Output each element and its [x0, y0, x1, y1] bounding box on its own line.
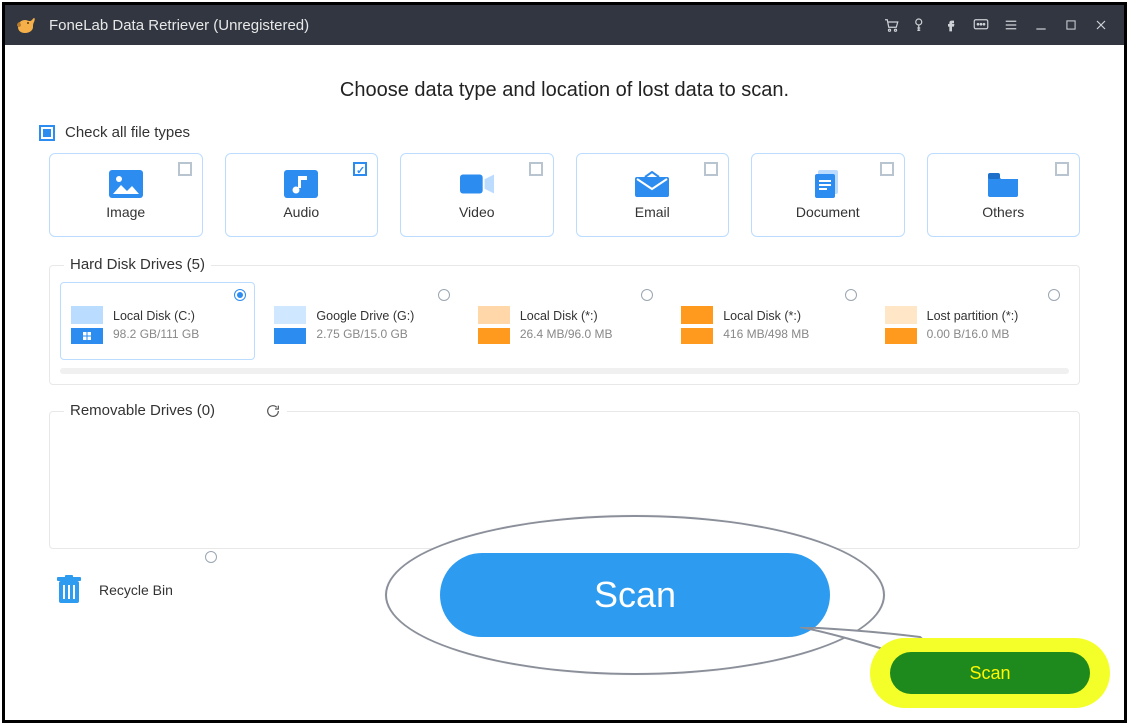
hard-disk-fieldset: Hard Disk Drives (5) Local Disk (C:)98.2…: [49, 265, 1080, 385]
drive-size: 416 MB/498 MB: [723, 327, 809, 341]
drive-icon: [478, 306, 510, 344]
key-icon[interactable]: [906, 10, 936, 40]
trash-icon: [55, 575, 83, 605]
window-title: FoneLab Data Retriever (Unregistered): [49, 17, 309, 34]
drive-icon: [71, 306, 103, 344]
type-card-email[interactable]: Email: [576, 153, 730, 237]
cart-icon[interactable]: [876, 10, 906, 40]
recycle-radio[interactable]: [205, 551, 217, 563]
type-label: Email: [635, 204, 670, 220]
drive-radio[interactable]: [234, 289, 246, 301]
check-all-checkbox[interactable]: [39, 125, 55, 141]
drive-size: 26.4 MB/96.0 MB: [520, 327, 613, 341]
drive-radio[interactable]: [845, 289, 857, 301]
facebook-icon[interactable]: [936, 10, 966, 40]
scan-button-small[interactable]: Scan: [890, 652, 1090, 694]
check-all-label: Check all file types: [65, 124, 190, 141]
file-type-row: Image Audio Video Email Document: [49, 153, 1080, 237]
page-heading: Choose data type and location of lost da…: [49, 79, 1080, 102]
type-label: Document: [796, 204, 860, 220]
titlebar: FoneLab Data Retriever (Unregistered): [5, 5, 1124, 45]
video-icon: [460, 170, 494, 198]
drive-row: Local Disk (C:) 98.2 GB/111 GB Google Dri…: [60, 282, 1069, 360]
scan-button-large[interactable]: Scan: [440, 553, 830, 637]
hdd-legend: Hard Disk Drives (5): [64, 256, 211, 273]
drive-name: Lost partition (*:): [927, 309, 1019, 323]
drive-name: Local Disk (C:): [113, 309, 199, 323]
menu-icon[interactable]: [996, 10, 1026, 40]
feedback-icon[interactable]: [966, 10, 996, 40]
type-checkbox[interactable]: [529, 162, 543, 176]
app-logo-icon: [13, 12, 39, 38]
drive-google-g[interactable]: Google Drive (G:) 2.75 GB/15.0 GB: [263, 282, 458, 360]
drive-lost-partition[interactable]: Lost partition (*:) 0.00 B/16.0 MB: [874, 282, 1069, 360]
check-all-row[interactable]: Check all file types: [39, 124, 1080, 141]
drive-radio[interactable]: [1048, 289, 1060, 301]
minimize-button[interactable]: [1026, 10, 1056, 40]
scan-highlight: Scan: [870, 638, 1110, 708]
recycle-label: Recycle Bin: [99, 582, 173, 598]
type-label: Image: [106, 204, 145, 220]
drive-icon: [885, 306, 917, 344]
type-card-image[interactable]: Image: [49, 153, 203, 237]
type-card-audio[interactable]: Audio: [225, 153, 379, 237]
type-card-video[interactable]: Video: [400, 153, 554, 237]
email-icon: [635, 170, 669, 198]
drive-local-star-2[interactable]: Local Disk (*:) 416 MB/498 MB: [670, 282, 865, 360]
type-checkbox[interactable]: [880, 162, 894, 176]
drive-icon: [274, 306, 306, 344]
type-checkbox[interactable]: [1055, 162, 1069, 176]
folder-icon: [986, 170, 1020, 198]
drive-radio[interactable]: [641, 289, 653, 301]
type-card-others[interactable]: Others: [927, 153, 1081, 237]
drive-local-c[interactable]: Local Disk (C:) 98.2 GB/111 GB: [60, 282, 255, 360]
drive-size: 0.00 B/16.0 MB: [927, 327, 1019, 341]
type-label: Audio: [283, 204, 319, 220]
audio-icon: [284, 170, 318, 198]
type-label: Video: [459, 204, 495, 220]
removable-legend: Removable Drives (0): [64, 402, 287, 419]
type-checkbox[interactable]: [178, 162, 192, 176]
drive-name: Local Disk (*:): [520, 309, 613, 323]
drive-icon: [681, 306, 713, 344]
close-button[interactable]: [1086, 10, 1116, 40]
drive-name: Google Drive (G:): [316, 309, 414, 323]
refresh-icon[interactable]: [265, 403, 281, 419]
drive-size: 2.75 GB/15.0 GB: [316, 327, 414, 341]
type-card-document[interactable]: Document: [751, 153, 905, 237]
drive-local-star-1[interactable]: Local Disk (*:) 26.4 MB/96.0 MB: [467, 282, 662, 360]
type-checkbox[interactable]: [353, 162, 367, 176]
type-checkbox[interactable]: [704, 162, 718, 176]
drive-name: Local Disk (*:): [723, 309, 809, 323]
drive-radio[interactable]: [438, 289, 450, 301]
image-icon: [109, 170, 143, 198]
type-label: Others: [982, 204, 1024, 220]
document-icon: [811, 170, 845, 198]
drive-scrollbar[interactable]: [60, 368, 1069, 374]
removable-legend-text: Removable Drives (0): [70, 402, 215, 419]
maximize-button[interactable]: [1056, 10, 1086, 40]
drive-size: 98.2 GB/111 GB: [113, 327, 199, 341]
